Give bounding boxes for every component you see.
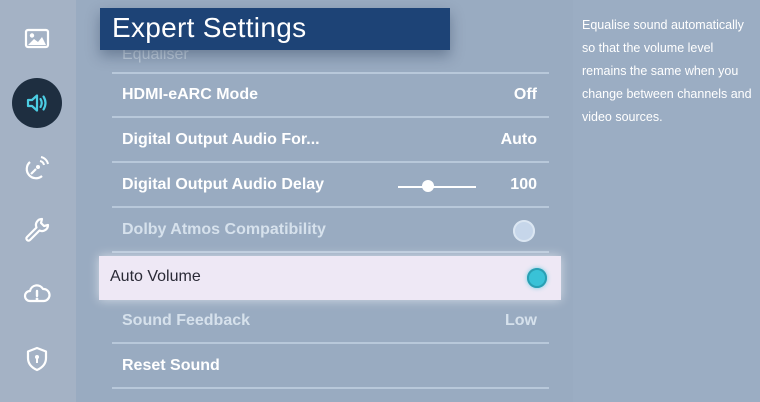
broadcasting-icon	[25, 156, 49, 180]
setting-dolby-atmos-compatibility[interactable]: Dolby Atmos Compatibility	[112, 209, 549, 253]
sidebar	[0, 0, 76, 402]
sidebar-item-sound[interactable]	[12, 78, 62, 128]
setting-value: Low	[505, 312, 537, 329]
sidebar-item-privacy[interactable]	[12, 334, 62, 384]
delay-slider-knob[interactable]	[421, 180, 434, 192]
setting-label: Digital Output Audio Delay	[122, 176, 325, 193]
picture-icon	[24, 28, 50, 49]
delay-slider-track[interactable]	[398, 186, 476, 188]
page-title: Expert Settings	[112, 12, 307, 43]
support-icon	[23, 284, 51, 303]
help-text: Equalise sound automatically so that the…	[582, 18, 752, 124]
setting-label: Sound Feedback	[122, 312, 251, 329]
help-panel: Equalise sound automatically so that the…	[573, 0, 760, 402]
setting-sound-feedback[interactable]: Sound Feedback Low	[112, 300, 549, 344]
setting-hdmi-earc-mode[interactable]: HDMI-eARC Mode Off	[112, 74, 549, 118]
page-title-bar: Expert Settings	[100, 8, 450, 50]
general-icon	[25, 217, 50, 242]
sound-icon	[26, 94, 47, 112]
sidebar-item-support[interactable]	[12, 269, 62, 319]
auto-volume-toggle[interactable]	[527, 268, 547, 288]
setting-label: Auto Volume	[110, 268, 201, 285]
sidebar-item-general[interactable]	[12, 205, 62, 255]
setting-label: Dolby Atmos Compatibility	[122, 221, 326, 238]
sidebar-item-broadcasting[interactable]	[12, 143, 62, 193]
privacy-icon	[26, 346, 48, 372]
setting-value: Off	[513, 86, 537, 103]
setting-label: HDMI-eARC Mode	[122, 86, 258, 103]
setting-digital-output-audio-format[interactable]: Digital Output Audio For... Auto	[112, 119, 549, 163]
setting-value: Auto	[500, 131, 537, 148]
setting-label: Reset Sound	[122, 357, 220, 374]
setting-value: 100	[510, 176, 537, 193]
setting-reset-sound[interactable]: Reset Sound	[112, 345, 549, 389]
dolby-atmos-toggle[interactable]	[513, 220, 535, 242]
setting-digital-output-audio-delay[interactable]: Digital Output Audio Delay 100	[112, 164, 549, 208]
setting-label: Digital Output Audio For...	[122, 131, 320, 148]
setting-auto-volume[interactable]: Auto Volume	[99, 256, 561, 300]
sidebar-item-picture[interactable]	[12, 14, 62, 64]
